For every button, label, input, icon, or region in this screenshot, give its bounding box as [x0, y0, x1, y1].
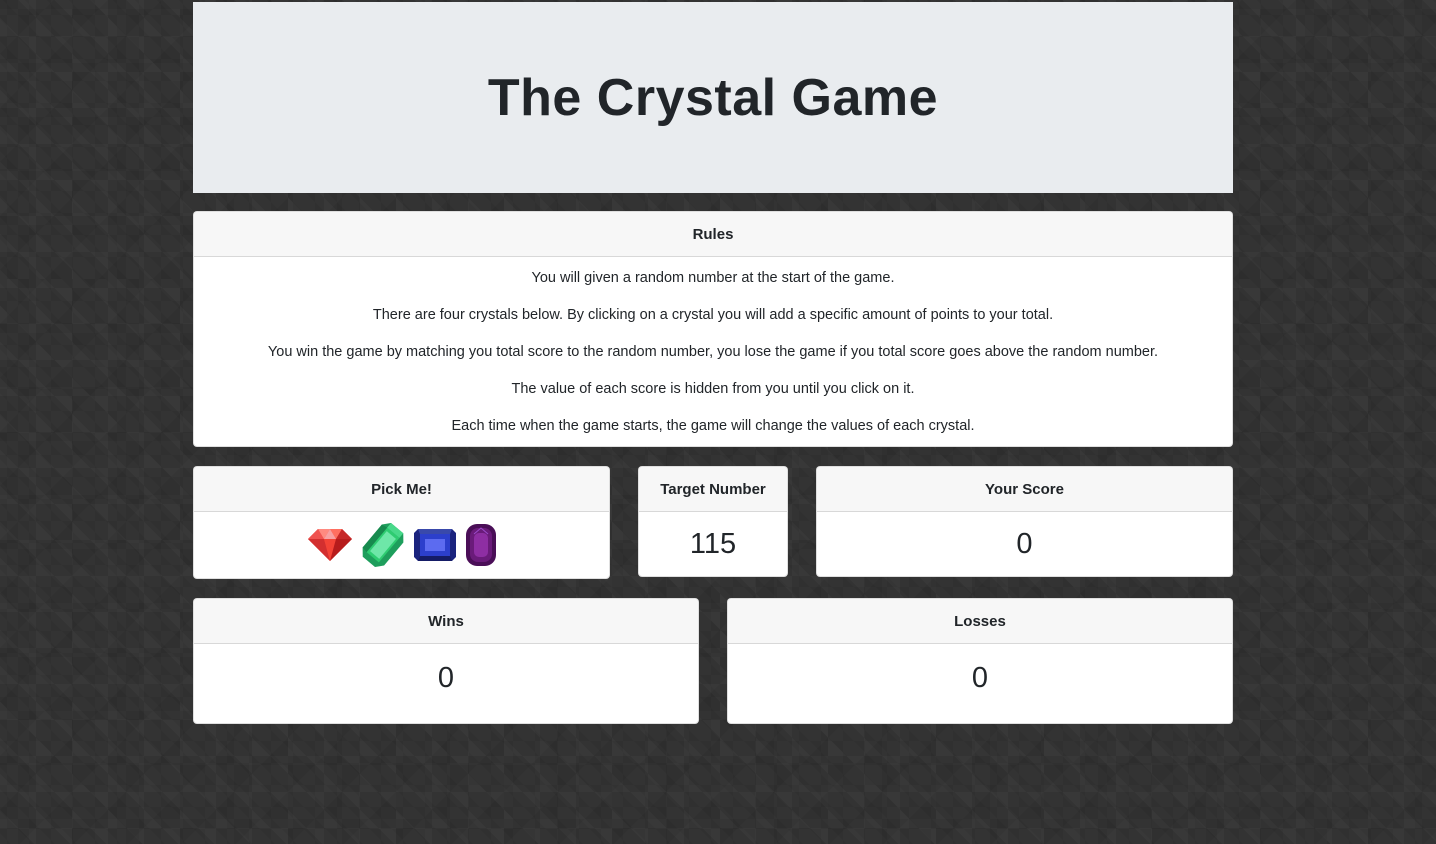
losses-header: Losses [728, 599, 1232, 644]
pick-header: Pick Me! [194, 467, 609, 512]
header-banner: The Crystal Game [193, 2, 1233, 193]
rules-body: You will given a random number at the st… [194, 257, 1232, 436]
crystal-row [194, 512, 609, 578]
wins-card: Wins 0 [193, 598, 699, 724]
rule-line: There are four crystals below. By clicki… [372, 307, 1054, 323]
score-header: Your Score [817, 467, 1232, 512]
wins-value: 0 [437, 661, 455, 694]
pick-card: Pick Me! [193, 466, 610, 579]
blue-gem-icon[interactable] [412, 527, 458, 563]
red-gem-icon[interactable] [306, 527, 354, 563]
rule-line: Each time when the game starts, the game… [451, 418, 975, 434]
target-number: 115 [689, 527, 737, 560]
target-body: 115 [639, 512, 787, 576]
score-value: 0 [1016, 527, 1033, 560]
rule-line: The value of each score is hidden from y… [511, 381, 915, 397]
wins-header: Wins [194, 599, 698, 644]
rule-line: You win the game by matching you total s… [267, 344, 1159, 360]
rules-card: Rules You will given a random number at … [193, 211, 1233, 447]
losses-value: 0 [971, 661, 989, 694]
losses-body: 0 [728, 644, 1232, 712]
wins-body: 0 [194, 644, 698, 712]
score-body: 0 [817, 512, 1232, 576]
rules-header: Rules [194, 212, 1232, 257]
green-gem-icon[interactable] [360, 521, 406, 569]
purple-gem-icon[interactable] [464, 522, 498, 568]
page-title: The Crystal Game [487, 68, 939, 127]
losses-card: Losses 0 [727, 598, 1233, 724]
target-header: Target Number [639, 467, 787, 512]
score-card: Your Score 0 [816, 466, 1233, 577]
rule-line: You will given a random number at the st… [531, 270, 895, 286]
target-card: Target Number 115 [638, 466, 788, 577]
